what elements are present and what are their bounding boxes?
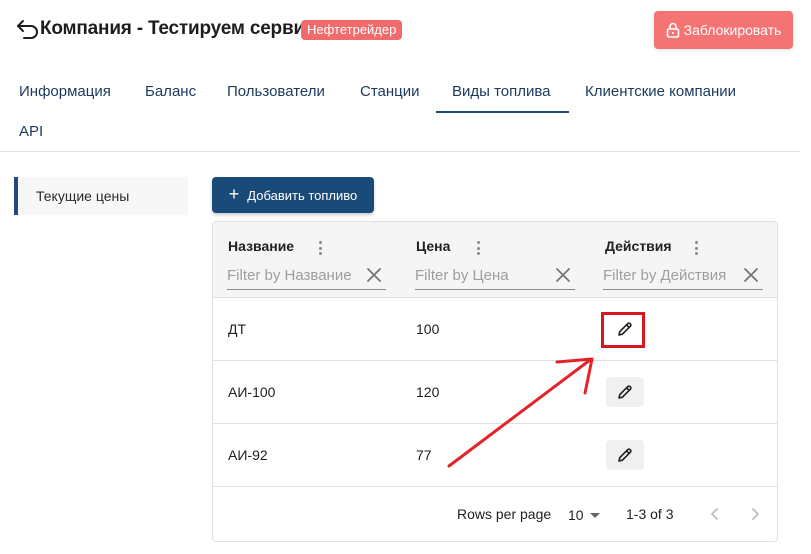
cell-fuel-name: ДТ [228,321,247,337]
edit-fuel-button[interactable] [606,377,644,407]
tab-stations[interactable]: Станции [360,83,420,100]
tab-api[interactable]: API [19,123,43,140]
chevron-left-icon [711,508,718,520]
filter-actions [603,262,763,290]
filter-price [415,262,575,290]
cell-fuel-price: 100 [416,321,440,337]
column-menu-icon[interactable] [473,240,483,256]
filter-price-input[interactable] [415,264,549,286]
clear-icon[interactable] [555,267,571,283]
rows-per-page-select[interactable]: 10 [568,504,604,526]
add-fuel-button[interactable]: + Добавить топливо [212,177,374,213]
add-fuel-label: Добавить топливо [247,187,358,203]
prev-page-button[interactable] [702,501,728,527]
table-header: Название Цена Действия [213,222,777,298]
cell-fuel-name: АИ-92 [228,447,268,463]
filter-name [227,262,386,290]
cell-fuel-name: АИ-100 [228,384,276,400]
active-tab-indicator [436,111,569,113]
lock-icon [666,22,679,38]
page-header: Компания - Тестируем сервис Нефтетрейдер… [0,0,811,62]
tab-client-companies[interactable]: Клиентские компании [585,83,736,100]
pencil-icon [618,448,632,462]
block-company-button[interactable]: Заблокировать [654,11,793,49]
plus-icon: + [228,184,240,204]
rows-per-page-value: 10 [568,507,584,523]
caret-down-icon [589,512,600,518]
company-badge: Нефтетрейдер [301,20,403,40]
table-pagination: Rows per page 10 1-3 of 3 [213,487,777,541]
table-row: АИ-100 120 [213,361,777,424]
filter-actions-input[interactable] [603,264,737,286]
column-header-price[interactable]: Цена [416,238,450,254]
tab-bar: Информация Баланс Пользователи Станции В… [0,70,800,152]
page-title: Компания - Тестируем сервис [40,18,316,39]
clear-icon[interactable] [743,267,759,283]
filter-name-input[interactable] [227,264,360,286]
edit-fuel-button[interactable] [606,440,644,470]
clear-icon[interactable] [366,267,382,283]
chevron-right-icon [752,508,759,520]
table-row: АИ-92 77 [213,424,777,487]
tab-users[interactable]: Пользователи [227,83,325,100]
subnav-item-label: Текущие цены [36,188,130,204]
column-menu-icon[interactable] [691,240,701,256]
block-button-label: Заблокировать [683,22,782,38]
column-menu-icon[interactable] [315,240,325,256]
rows-per-page-label: Rows per page [457,506,552,522]
cell-fuel-price: 120 [416,384,440,400]
tab-balance[interactable]: Баланс [145,83,196,100]
tab-fuel-types[interactable]: Виды топлива [452,83,551,100]
pencil-icon [618,322,632,336]
fuel-table: Название Цена Действия ДТ 100 АИ-100 120 [212,221,778,542]
column-header-name[interactable]: Название [228,238,294,254]
table-row: ДТ 100 [213,298,777,361]
pencil-icon [618,385,632,399]
pagination-range: 1-3 of 3 [626,506,674,522]
undo-arrow-icon[interactable] [16,18,40,40]
tab-information[interactable]: Информация [19,83,111,100]
column-header-actions[interactable]: Действия [605,238,672,254]
cell-fuel-price: 77 [416,447,432,463]
next-page-button[interactable] [742,501,768,527]
subnav-item-current-prices[interactable]: Текущие цены [14,177,188,215]
edit-fuel-button[interactable] [606,314,644,344]
